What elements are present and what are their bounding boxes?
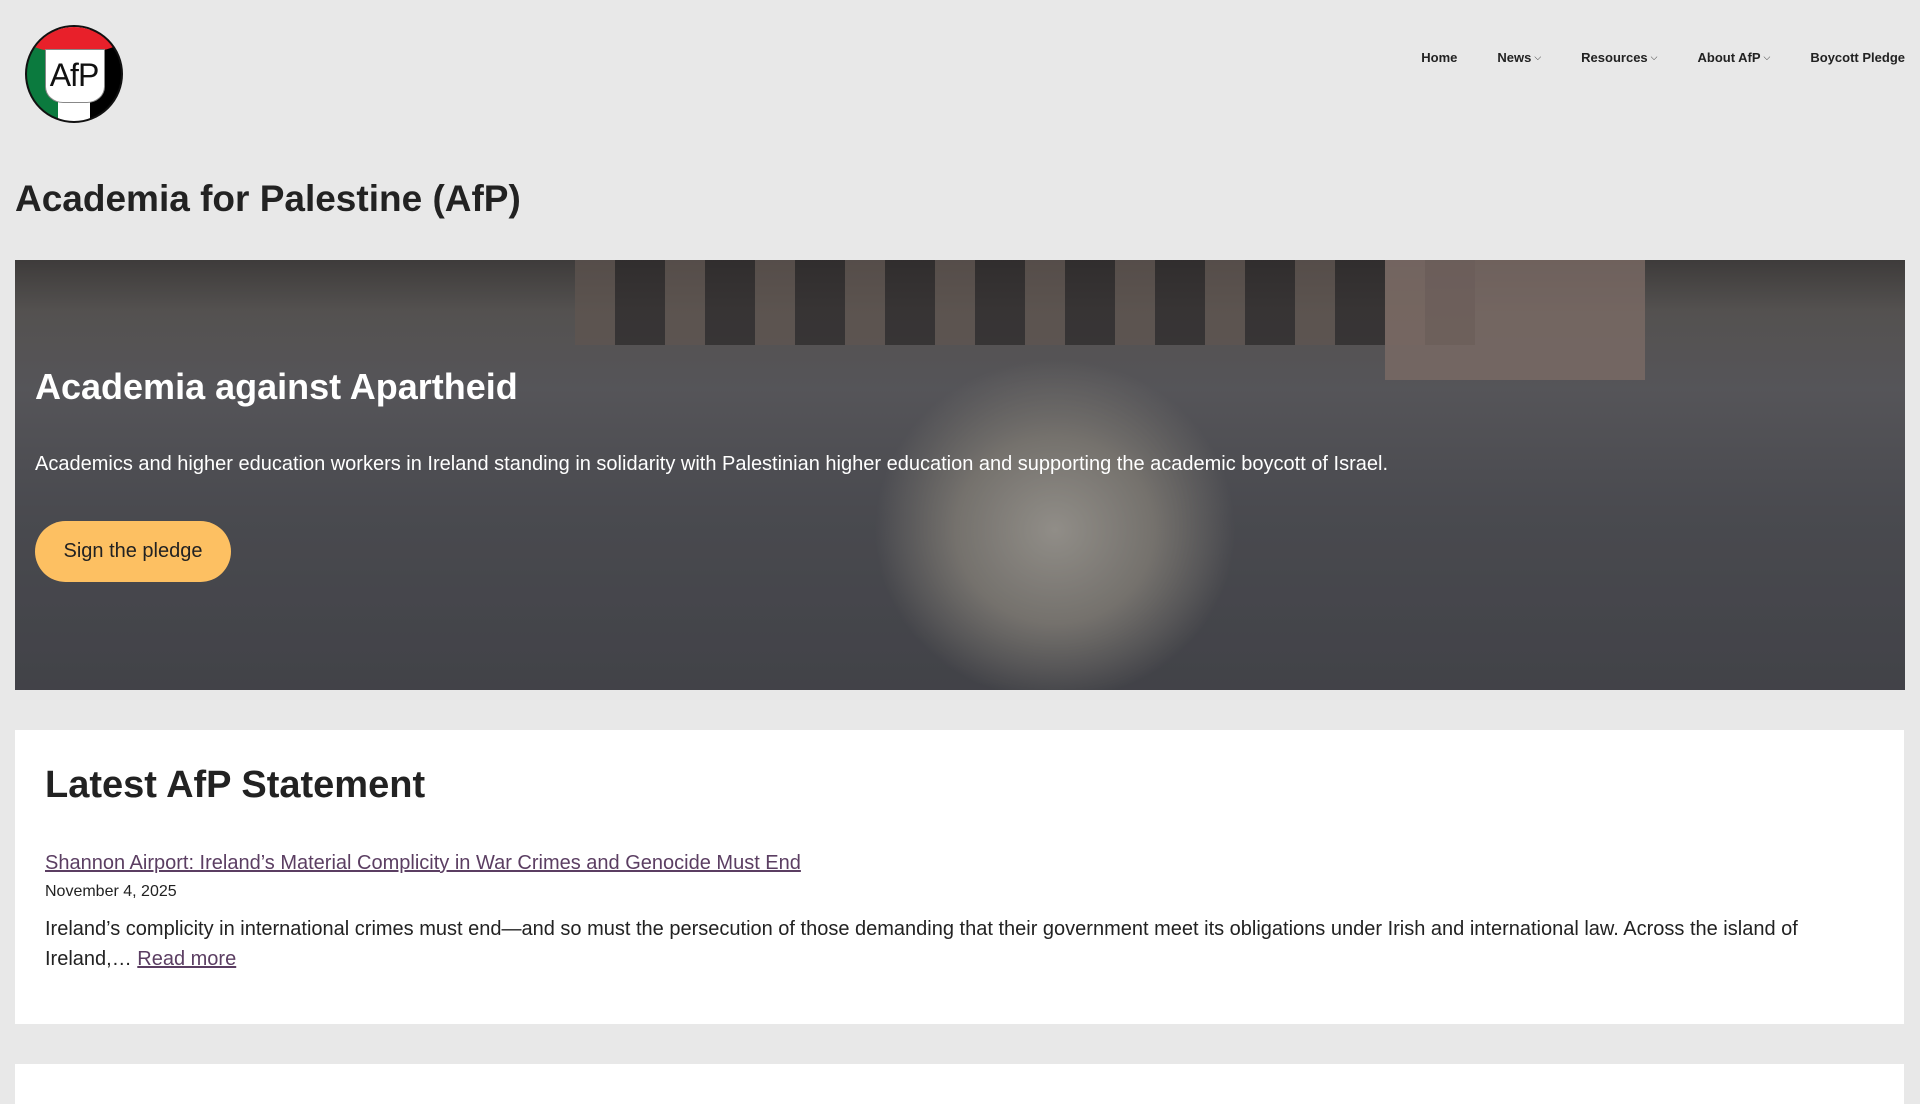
nav-label: Resources <box>1581 50 1648 65</box>
page-title: Academia for Palestine (AfP) <box>15 178 521 219</box>
nav-boycott-pledge[interactable]: Boycott Pledge <box>1810 50 1905 65</box>
nav-label: Home <box>1421 50 1458 65</box>
main-nav: Home News ⌵ Resources ⌵ About AfP ⌵ Boycott… <box>1381 50 1905 65</box>
nav-label: News <box>1497 50 1532 65</box>
nav-label: About AfP <box>1697 50 1761 65</box>
hero-title: Academia against Apartheid <box>35 366 518 407</box>
nav-resources[interactable]: Resources ⌵ <box>1581 50 1657 65</box>
hero-banner: Academia against Apartheid Academics and… <box>15 260 1905 690</box>
nav-about[interactable]: About AfP ⌵ <box>1697 50 1770 65</box>
logo-text: AfP <box>49 57 100 93</box>
next-card <box>15 1064 1904 1104</box>
chevron-down-icon: ⌵ <box>1534 52 1542 62</box>
latest-statement-card: Latest AfP Statement Shannon Airport: Ir… <box>15 730 1904 1024</box>
excerpt-text: Ireland’s complicity in international cr… <box>45 918 1798 970</box>
statement-excerpt: Ireland’s complicity in international cr… <box>45 914 1865 974</box>
nav-label: Boycott Pledge <box>1810 50 1905 65</box>
statement-link[interactable]: Shannon Airport: Ireland’s Material Comp… <box>45 852 801 875</box>
nav-home[interactable]: Home <box>1421 50 1457 65</box>
sign-pledge-button[interactable]: Sign the pledge <box>35 521 231 582</box>
chevron-down-icon: ⌵ <box>1650 52 1658 62</box>
afp-logo[interactable]: AfP <box>25 25 123 123</box>
chevron-down-icon: ⌵ <box>1763 52 1771 62</box>
section-heading: Latest AfP Statement <box>45 764 426 806</box>
statement-date: November 4, 2025 <box>45 883 177 900</box>
hero-text: Academics and higher education workers i… <box>35 453 1389 475</box>
read-more-link[interactable]: Read more <box>137 948 236 970</box>
nav-news[interactable]: News ⌵ <box>1497 50 1541 65</box>
